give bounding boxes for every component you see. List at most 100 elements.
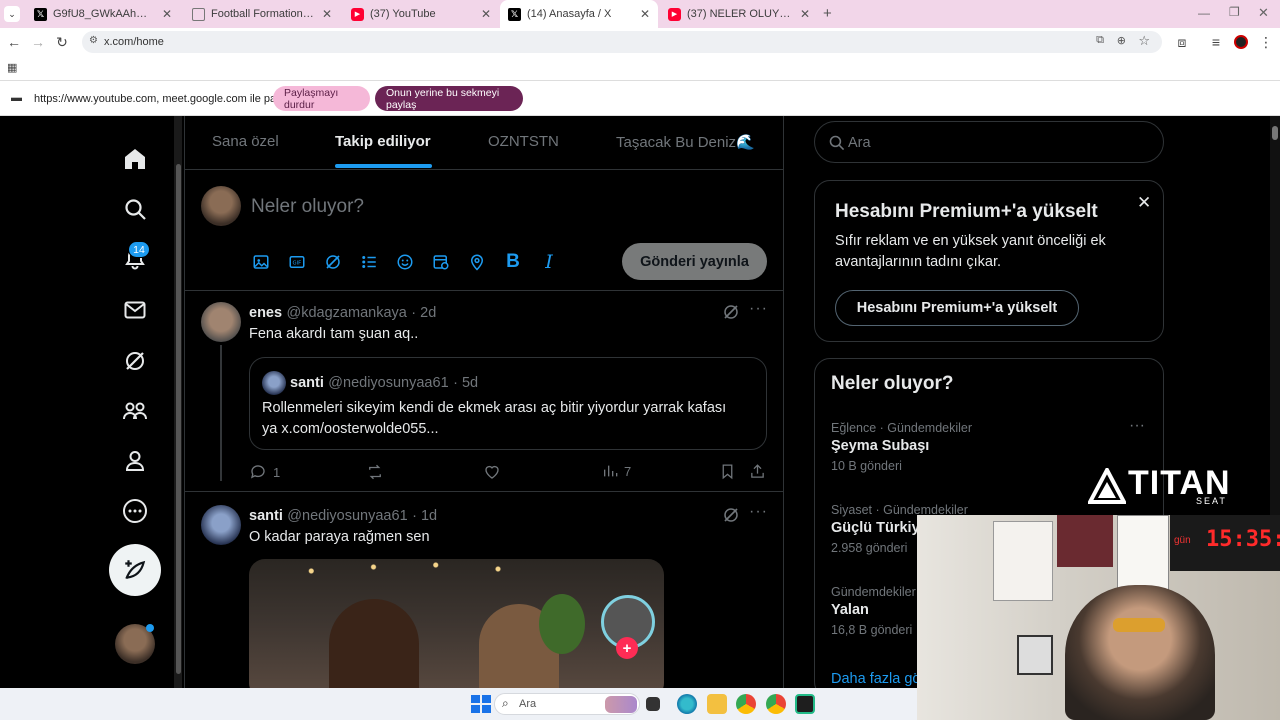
grok-icon[interactable] [122,348,148,374]
menu-icon[interactable]: ⋮ [1256,32,1276,52]
tweet-avatar[interactable] [201,302,241,342]
profile-icon[interactable] [122,448,148,474]
taskbar-search[interactable]: ⌕ Ara [494,693,640,715]
emoji-icon[interactable] [395,252,415,272]
messages-icon[interactable] [122,297,148,323]
italic-icon[interactable]: I [539,251,559,273]
search-icon: ⌕ [502,696,509,710]
minimize-button[interactable]: — [1198,6,1210,20]
chrome-icon[interactable] [736,694,756,714]
quote-tweet-card[interactable]: santi @nediyosunyaa61 · 5d Rollenmeleri … [249,357,767,450]
more-icon[interactable] [122,498,148,524]
grok-icon[interactable] [722,303,740,326]
chrome-profile-icon[interactable] [766,694,786,714]
close-icon[interactable]: ✕ [800,7,810,21]
edge-icon[interactable] [677,694,697,714]
site-info-icon[interactable]: ⚙ [89,35,98,46]
new-tab-button[interactable]: + [823,5,832,22]
post-button[interactable]: Gönderi yayınla [622,243,767,280]
address-bar[interactable]: ⚙ x.com/home ⧉ ⊕ ☆ [82,31,1162,53]
search-input[interactable]: Ara [814,121,1164,163]
forward-icon[interactable]: → [28,32,48,52]
bold-icon[interactable]: B [503,251,523,272]
repost-button[interactable] [366,463,384,481]
close-icon[interactable]: ✕ [640,7,650,21]
bookmark-star-icon[interactable]: ☆ [1138,33,1150,49]
apps-grid-icon[interactable]: ▦ [7,61,17,74]
trend-item[interactable]: Eğlence · Gündemdekiler Şeyma Subaşı 10 … [831,421,972,473]
tweet-time[interactable]: · 1d [412,508,437,524]
glasses [1113,618,1165,632]
tab-tasacak-bu-deniz[interactable]: Taşacak Bu Deniz🌊 [616,133,755,151]
close-icon[interactable]: ✕ [481,7,491,21]
bookmark-icon [722,464,733,480]
gif-icon[interactable]: GIF [287,252,307,272]
windows-start-icon[interactable] [470,694,491,714]
tab-search-icon[interactable]: ⌄ [4,6,20,22]
communities-icon[interactable] [122,398,148,424]
tweet[interactable]: santi @nediyosunyaa61 · 1d ··· O kadar p… [184,492,783,688]
trend-item[interactable]: Gündemdekiler Yalan 16,8 B gönderi [831,585,916,637]
compose-post-button[interactable] [109,544,161,596]
tab-following[interactable]: Takip ediliyor [335,133,431,150]
views-button[interactable]: 7 [602,463,631,479]
reply-button[interactable]: 1 [249,463,280,481]
streamer-figure [1065,585,1215,720]
zoom-icon[interactable]: ⊕ [1117,34,1126,47]
maximize-button[interactable]: ❐ [1229,5,1240,19]
tweet-author-handle[interactable]: @kdagzamankaya [287,305,407,321]
browser-tab-active[interactable]: 𝕏 (14) Anasayfa / X ✕ [500,0,658,28]
tweet-media-video[interactable]: + [249,559,664,688]
composer-input[interactable]: Neler oluyor? [251,196,364,218]
image-icon[interactable] [251,252,271,272]
app-icon[interactable] [795,694,815,714]
grok-icon[interactable] [722,506,740,529]
browser-tab[interactable]: Football Formation Creator: Re… ✕ [184,0,340,28]
quote-avatar[interactable] [262,371,286,395]
bookmark-button[interactable] [719,463,736,480]
browser-tab[interactable]: ▶ (37) NELER OLUYOR 34. BÖ… ✕ [660,0,818,28]
tweet-author-handle[interactable]: @nediyosunyaa61 [287,508,407,524]
follow-plus-icon[interactable]: + [616,637,638,659]
close-icon[interactable]: ✕ [322,7,332,21]
more-options-icon[interactable]: ··· [749,300,768,318]
more-options-icon[interactable]: ··· [749,503,768,521]
upgrade-premium-button[interactable]: Hesabını Premium+'a yükselt [835,290,1079,326]
home-icon[interactable] [122,146,148,172]
share-button[interactable] [749,463,766,480]
like-button[interactable] [483,463,501,481]
location-icon[interactable] [467,252,487,272]
tweet-time[interactable]: · 2d [411,305,436,321]
titan-seat-logo: TITAN SEAT [1088,464,1236,508]
tweet-author-name[interactable]: santi [249,508,283,524]
page-scroll-thumb[interactable] [1272,126,1278,140]
tweet-avatar[interactable] [201,505,241,545]
sidebar-scroll-thumb[interactable] [176,164,181,674]
file-explorer-icon[interactable] [707,694,727,714]
close-icon[interactable]: ✕ [162,7,172,21]
cast-icon[interactable]: ⧉ [1096,34,1104,47]
composer-avatar[interactable] [201,186,241,226]
task-view-icon[interactable] [646,697,660,711]
search-icon[interactable] [122,196,148,222]
tweet-author-name[interactable]: enes [249,305,282,321]
extensions-icon[interactable]: ⧈ [1172,32,1192,52]
tab-ozntstn[interactable]: OZNTSTN [488,133,559,150]
share-this-tab-button[interactable]: Onun yerine bu sekmeyi paylaş [375,86,523,111]
window-close-button[interactable]: ✕ [1258,5,1269,21]
browser-tab[interactable]: 𝕏 G9fU8_GWkAAhWVM (2400×3200) ✕ [26,0,180,28]
stop-sharing-button[interactable]: Paylaşmayı durdur [273,86,370,111]
webcam-overlay: gün 15:35:2 [917,515,1280,720]
poll-icon[interactable] [359,252,379,272]
reload-icon[interactable]: ↻ [52,32,72,52]
grok-icon[interactable] [323,252,343,272]
browser-tab[interactable]: ▶ (37) YouTube ✕ [343,0,499,28]
schedule-icon[interactable] [431,252,451,272]
back-icon[interactable]: ← [4,32,24,52]
tweet[interactable]: enes @kdagzamankaya · 2d ··· Fena akardı… [184,291,783,491]
profile-avatar[interactable] [1234,35,1248,49]
close-icon[interactable]: ✕ [1137,193,1151,213]
more-options-icon[interactable]: ··· [1129,417,1145,435]
tab-for-you[interactable]: Sana özel [212,133,279,150]
media-controls-icon[interactable]: ≡ [1206,32,1226,52]
